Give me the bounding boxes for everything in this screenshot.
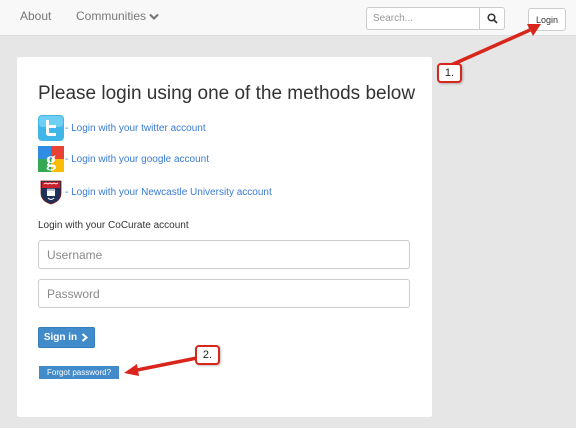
nav-communities-dropdown[interactable]: Communities <box>76 9 159 23</box>
chevron-down-icon <box>149 13 159 20</box>
login-button[interactable]: Login <box>528 8 566 31</box>
newcastle-university-crest-icon <box>40 180 62 205</box>
nav-communities-label: Communities <box>76 9 147 23</box>
forgot-password-link[interactable]: Forgot password? <box>39 366 119 379</box>
password-field[interactable] <box>38 279 410 308</box>
google-login-label: - Login with your google account <box>65 153 209 165</box>
sign-in-label: Sign in <box>43 332 78 343</box>
newcastle-login-label: - Login with your Newcastle University a… <box>65 186 272 198</box>
google-icon: g <box>38 146 64 172</box>
page-title: Please login using one of the methods be… <box>38 83 416 104</box>
chevron-right-icon <box>82 333 89 342</box>
search-form <box>366 7 505 30</box>
search-icon <box>486 13 498 24</box>
annotation-callout-2: 2. <box>195 345 220 365</box>
username-field[interactable] <box>38 240 410 269</box>
top-navbar: About Communities Login <box>0 0 576 36</box>
annotation-callout-1: 1. <box>437 63 462 83</box>
twitter-login-link[interactable]: - Login with your twitter account <box>38 115 206 141</box>
login-card: Please login using one of the methods be… <box>17 57 432 417</box>
nav-about-link[interactable]: About <box>20 9 51 23</box>
twitter-login-label: - Login with your twitter account <box>65 122 206 134</box>
sign-in-button[interactable]: Sign in <box>38 327 95 348</box>
account-login-heading: Login with your CoCurate account <box>38 220 189 231</box>
twitter-icon <box>38 115 64 141</box>
newcastle-login-link[interactable]: - Login with your Newcastle University a… <box>38 179 272 205</box>
svg-text:g: g <box>46 149 56 171</box>
google-login-link[interactable]: g - Login with your google account <box>38 146 209 172</box>
search-button[interactable] <box>479 7 505 30</box>
search-input[interactable] <box>366 7 479 30</box>
